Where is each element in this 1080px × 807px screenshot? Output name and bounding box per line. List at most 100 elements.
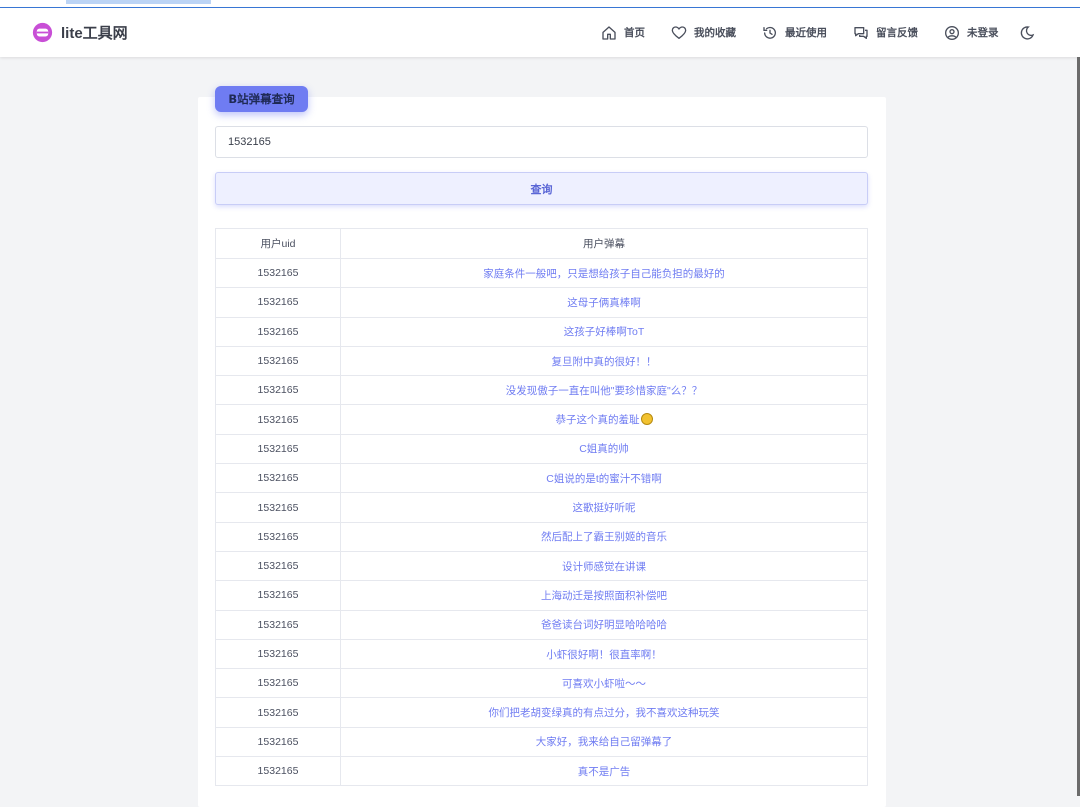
row-danmaku-text: 这歌挺好听呢 <box>572 502 636 515</box>
row-danmaku: 然后配上了霸王别姬的音乐 <box>340 521 868 552</box>
table-row: 1532165 没发现傲子一直在叫他"要珍惜家庭"么？？ <box>215 375 868 406</box>
row-danmaku-text: 爸爸读台词好明显哈哈哈哈 <box>541 619 667 632</box>
table-row: 1532165 C姐真的帅 <box>215 433 868 465</box>
browser-top-strip <box>0 0 1080 8</box>
row-uid: 1532165 <box>215 345 341 377</box>
danmaku-table: 用户uid 用户弹幕 1532165 家庭条件一般吧，只是想给孩子自己能负担的最好… <box>215 228 868 787</box>
row-danmaku: 真不是广告 <box>340 756 868 787</box>
row-danmaku: 这孩子好棒啊ToT <box>340 316 868 347</box>
row-danmaku-text: 真不是广告 <box>577 765 631 778</box>
row-uid: 1532165 <box>215 521 341 552</box>
moon-icon[interactable] <box>1019 25 1035 41</box>
nav-recent[interactable]: 最近使用 <box>762 25 827 41</box>
nav-recent-label: 最近使用 <box>785 27 827 39</box>
row-uid: 1532165 <box>215 668 341 699</box>
row-danmaku-text: C姐说的是t的蜜汁不错啊 <box>546 472 662 485</box>
row-uid: 1532165 <box>215 756 341 787</box>
table-row: 1532165 这歌挺好听呢 <box>215 492 868 523</box>
nav-items: 首页 我的收藏 最近使用 留言反馈 未登录 <box>601 8 1035 57</box>
table-row: 1532165 大家好，我来给自己留弹幕了 <box>215 726 868 758</box>
brand[interactable]: lite工具网 <box>32 22 128 43</box>
history-icon <box>763 26 776 39</box>
top-navbar: lite工具网 首页 我的收藏 最近使用 留言反馈 未登录 <box>0 8 1080 57</box>
column-header-danmaku: 用户弹幕 <box>340 228 868 259</box>
nav-feedback[interactable]: 留言反馈 <box>853 25 918 41</box>
brand-name: lite工具网 <box>61 25 128 42</box>
table-row: 1532165 小虾很好啊！很直率啊！ <box>215 638 868 670</box>
nav-login[interactable]: 未登录 <box>944 25 999 41</box>
row-danmaku: 设计师感觉在讲课 <box>340 550 868 582</box>
nav-login-label: 未登录 <box>967 27 999 39</box>
row-danmaku-text: 这母子俩真棒啊 <box>567 296 641 309</box>
row-danmaku-text: 没发现傲子一直在叫他"要珍惜家庭"么？？ <box>505 384 703 397</box>
row-uid: 1532165 <box>215 726 341 758</box>
row-danmaku-text: 恭子这个真的羞耻 <box>555 414 640 427</box>
row-danmaku: 小虾很好啊！很直率啊！ <box>340 638 868 670</box>
row-danmaku-text: C姐真的帅 <box>579 443 629 456</box>
row-danmaku-text: 上海动迁是按照面积补偿吧 <box>541 589 667 602</box>
table-row: 1532165 设计师感觉在讲课 <box>215 550 868 582</box>
grin-emoji-icon <box>640 413 653 426</box>
user-icon <box>945 25 959 40</box>
row-danmaku-text: 复旦附中真的很好！！ <box>551 355 657 368</box>
row-uid: 1532165 <box>215 375 341 406</box>
table-row: 1532165 家庭条件一般吧，只是想给孩子自己能负担的最好的 <box>215 257 868 289</box>
row-uid: 1532165 <box>215 609 341 640</box>
address-selection <box>66 0 211 4</box>
row-uid: 1532165 <box>215 257 341 289</box>
brand-logo-icon <box>32 22 53 43</box>
home-icon <box>602 25 616 40</box>
row-danmaku-text: 然后配上了霸王别姬的音乐 <box>541 531 667 544</box>
row-danmaku: 这歌挺好听呢 <box>340 492 868 523</box>
table-row: 1532165 C姐说的是t的蜜汁不错啊 <box>215 463 868 494</box>
nav-favorites-label: 我的收藏 <box>694 27 736 39</box>
query-button[interactable]: 查询 <box>215 172 868 205</box>
table-row: 1532165 这孩子好棒啊ToT <box>215 316 868 347</box>
row-danmaku: 大家好，我来给自己留弹幕了 <box>340 726 868 758</box>
row-danmaku: 复旦附中真的很好！！ <box>340 345 868 377</box>
row-uid: 1532165 <box>215 638 341 670</box>
table-body: 1532165 家庭条件一般吧，只是想给孩子自己能负担的最好的 1532165 这母子… <box>215 257 868 787</box>
table-row: 1532165 上海动迁是按照面积补偿吧 <box>215 580 868 611</box>
table-row: 1532165 这母子俩真棒啊 <box>215 287 868 318</box>
row-danmaku-text: 这孩子好棒啊ToT <box>563 326 645 339</box>
row-uid: 1532165 <box>215 580 341 611</box>
row-danmaku: 恭子这个真的羞耻 <box>340 404 868 435</box>
row-danmaku-text: 设计师感觉在讲课 <box>562 560 646 573</box>
row-uid: 1532165 <box>215 433 341 465</box>
nav-home[interactable]: 首页 <box>601 25 645 41</box>
row-danmaku-text: 家庭条件一般吧，只是想给孩子自己能负担的最好的 <box>483 267 725 280</box>
row-uid: 1532165 <box>215 697 341 728</box>
table-row: 1532165 然后配上了霸王别姬的音乐 <box>215 521 868 552</box>
tool-title: B站弹幕查询 <box>215 86 308 112</box>
nav-favorites[interactable]: 我的收藏 <box>671 25 736 41</box>
row-danmaku: 家庭条件一般吧，只是想给孩子自己能负担的最好的 <box>340 257 868 289</box>
row-danmaku-text: 你们把老胡变绿真的有点过分，我不喜欢这种玩笑 <box>488 707 720 720</box>
row-danmaku: C姐真的帅 <box>340 433 868 465</box>
nav-home-label: 首页 <box>624 27 645 39</box>
table-row: 1532165 真不是广告 <box>215 756 868 787</box>
row-danmaku-text: 小虾很好啊！很直率啊！ <box>546 648 662 661</box>
row-uid: 1532165 <box>215 287 341 318</box>
row-uid: 1532165 <box>215 316 341 347</box>
table-row: 1532165 恭子这个真的羞耻 <box>215 404 868 435</box>
row-uid: 1532165 <box>215 463 341 494</box>
table-header-row: 用户uid 用户弹幕 <box>215 228 868 259</box>
row-danmaku: 可喜欢小虾啦～～ <box>340 668 868 699</box>
heart-icon <box>671 25 687 39</box>
table-row: 1532165 你们把老胡变绿真的有点过分，我不喜欢这种玩笑 <box>215 697 868 728</box>
row-uid: 1532165 <box>215 492 341 523</box>
table-row: 1532165 爸爸读台词好明显哈哈哈哈 <box>215 609 868 640</box>
uid-input[interactable] <box>215 126 868 158</box>
table-row: 1532165 可喜欢小虾啦～～ <box>215 668 868 699</box>
row-danmaku: 这母子俩真棒啊 <box>340 287 868 318</box>
row-danmaku: C姐说的是t的蜜汁不错啊 <box>340 463 868 494</box>
row-danmaku: 上海动迁是按照面积补偿吧 <box>340 580 868 611</box>
row-danmaku-text: 可喜欢小虾啦～～ <box>562 677 646 690</box>
row-danmaku-text: 大家好，我来给自己留弹幕了 <box>535 736 673 749</box>
row-uid: 1532165 <box>215 404 341 435</box>
nav-feedback-label: 留言反馈 <box>876 27 918 39</box>
column-header-uid: 用户uid <box>215 228 341 259</box>
row-uid: 1532165 <box>215 550 341 582</box>
table-row: 1532165 复旦附中真的很好！！ <box>215 345 868 377</box>
